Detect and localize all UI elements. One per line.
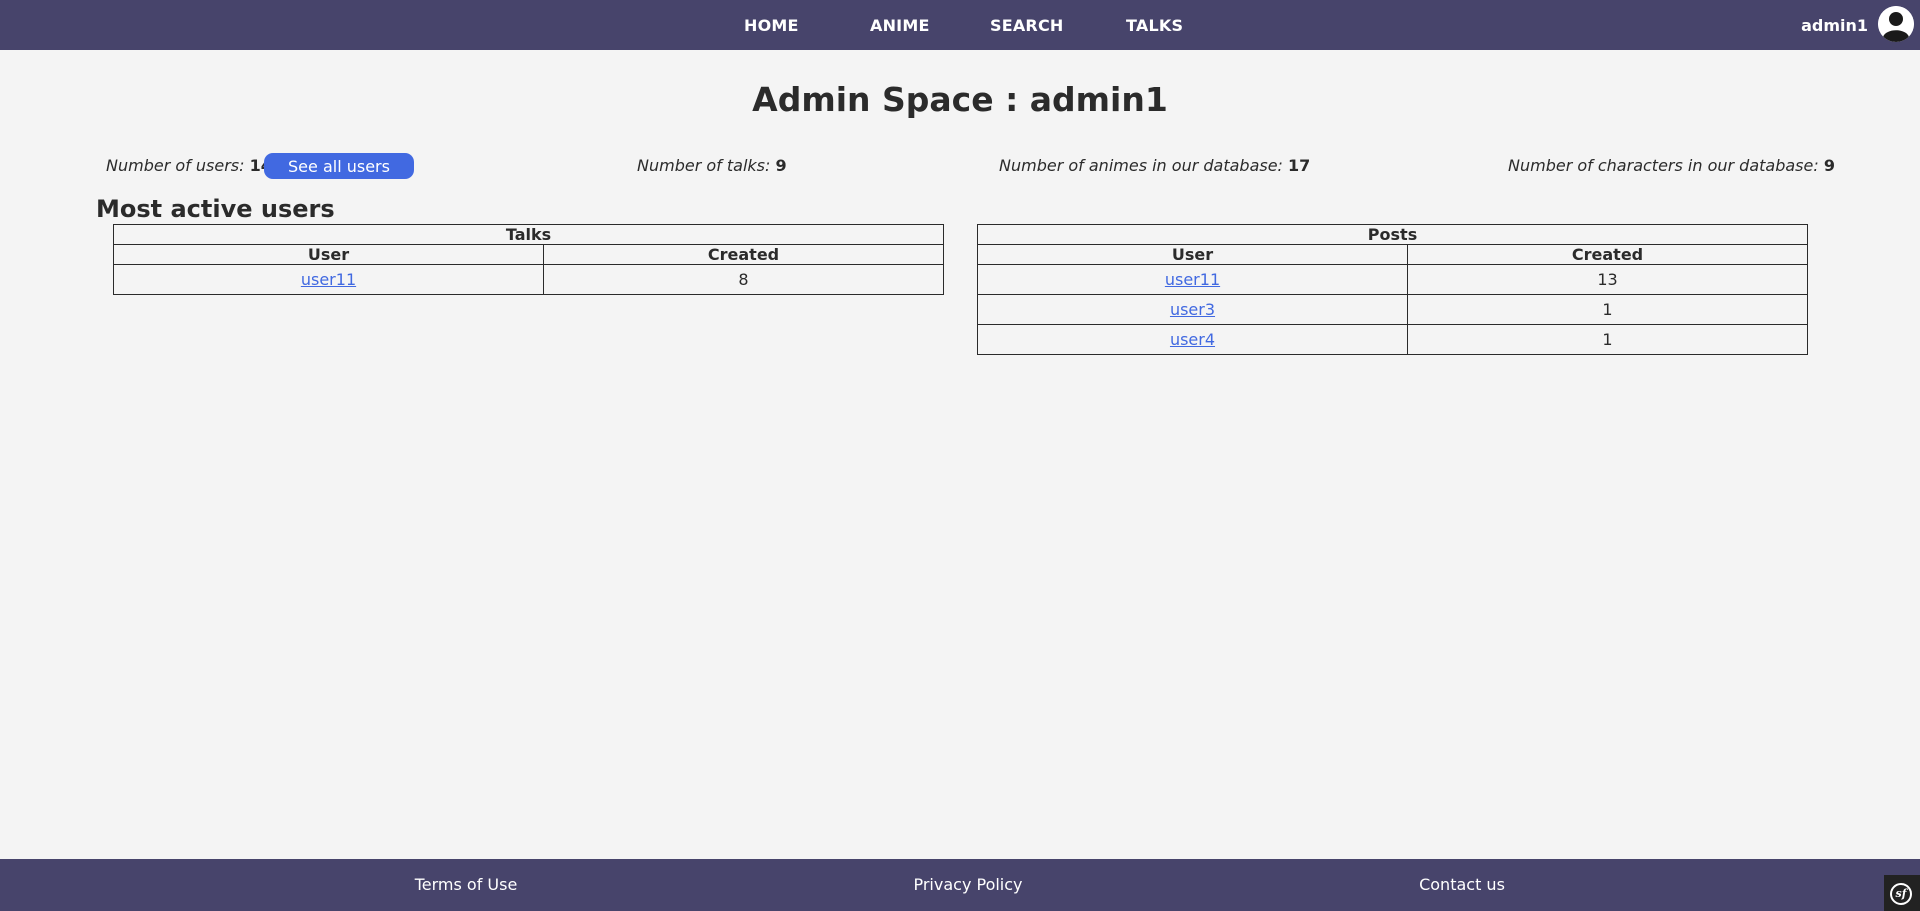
see-all-users-button[interactable]: See all users: [264, 153, 414, 179]
talks-table: Talks User Created user11 8: [112, 224, 945, 295]
user-link[interactable]: user4: [1170, 330, 1215, 349]
main-nav: HOME ANIME SEARCH TALKS: [0, 0, 1920, 50]
user-link[interactable]: user11: [301, 270, 356, 289]
footer-link-contact[interactable]: Contact us: [1419, 875, 1505, 894]
table-row: user11 13: [977, 264, 1809, 295]
talks-table-caption: Talks: [112, 224, 945, 245]
posts-table: Posts User Created user11 13 user3 1 use…: [976, 224, 1809, 355]
table-row: user11 8: [113, 264, 945, 295]
user-avatar-icon[interactable]: [1878, 6, 1914, 42]
user-link[interactable]: user3: [1170, 300, 1215, 319]
stat-users: Number of users: 14: [106, 156, 272, 175]
created-count: 1: [1406, 294, 1809, 325]
stat-talks-value: 9: [775, 156, 787, 175]
stat-talks-label: Number of talks:: [637, 156, 771, 175]
page-title: Admin Space : admin1: [752, 80, 1168, 119]
footer-link-terms[interactable]: Terms of Use: [415, 875, 518, 894]
created-count: 8: [542, 264, 945, 295]
talks-col-created: Created: [542, 244, 945, 265]
posts-table-caption: Posts: [976, 224, 1809, 245]
posts-col-user: User: [977, 244, 1408, 265]
posts-col-created: Created: [1406, 244, 1809, 265]
stat-users-label: Number of users:: [106, 156, 245, 175]
stat-animes-label: Number of animes in our database:: [999, 156, 1283, 175]
symfony-badge-text: sf: [1890, 883, 1912, 905]
nav-link-talks[interactable]: TALKS: [1126, 16, 1183, 35]
created-count: 13: [1406, 264, 1809, 295]
footer-link-privacy[interactable]: Privacy Policy: [913, 875, 1022, 894]
stat-animes: Number of animes in our database: 17: [999, 156, 1310, 175]
most-active-users-heading: Most active users: [96, 195, 335, 223]
top-navbar: HOME ANIME SEARCH TALKS admin1: [0, 0, 1920, 50]
table-row: user4 1: [977, 324, 1809, 355]
stat-animes-value: 17: [1288, 156, 1311, 175]
stat-talks: Number of talks: 9: [637, 156, 787, 175]
user-link[interactable]: user11: [1165, 270, 1220, 289]
talks-col-user: User: [113, 244, 544, 265]
table-row: user3 1: [977, 294, 1809, 325]
stat-characters-label: Number of characters in our database:: [1508, 156, 1819, 175]
created-count: 1: [1406, 324, 1809, 355]
stat-characters-value: 9: [1823, 156, 1835, 175]
nav-link-anime[interactable]: ANIME: [870, 16, 930, 35]
stat-characters: Number of characters in our database: 9: [1508, 156, 1835, 175]
current-username[interactable]: admin1: [1801, 16, 1868, 35]
nav-link-search[interactable]: SEARCH: [990, 16, 1064, 35]
nav-link-home[interactable]: HOME: [744, 16, 799, 35]
page-footer: Terms of Use Privacy Policy Contact us s…: [0, 859, 1920, 911]
symfony-toolbar-icon[interactable]: sf: [1884, 875, 1920, 911]
